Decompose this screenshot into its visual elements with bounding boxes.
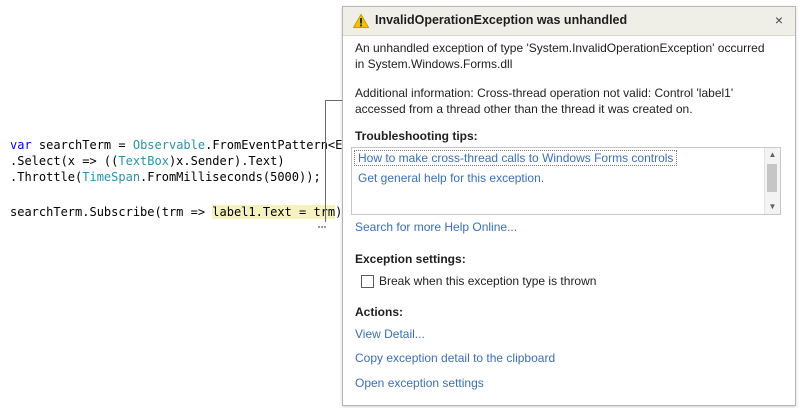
scroll-thumb[interactable] — [767, 164, 777, 192]
smart-tag-indicator[interactable] — [318, 223, 326, 228]
code-text: .Select(x => (( — [10, 154, 119, 168]
exception-highlight[interactable]: label1.Text = trm — [212, 205, 336, 219]
close-icon[interactable]: × — [771, 11, 787, 29]
popup-titlebar: InvalidOperationException was unhandled … — [343, 7, 795, 36]
exception-description: An unhandled exception of type 'System.I… — [355, 41, 765, 71]
code-text: .FromMilliseconds(5000)); — [140, 170, 321, 184]
code-text: )x.Sender).Text) — [168, 154, 285, 168]
code-text: .FromEventPattern<Eve — [205, 138, 357, 152]
callout-line — [325, 100, 326, 222]
code-line-4: searchTerm.Subscribe(trm => label1.Text … — [10, 204, 350, 220]
exception-helper-popup: InvalidOperationException was unhandled … — [342, 6, 796, 406]
tip-link-general-help[interactable]: Get general help for this exception. — [358, 170, 544, 186]
code-line-3: .Throttle(TimeSpan.FromMilliseconds(5000… — [10, 169, 321, 185]
popup-title: InvalidOperationException was unhandled — [375, 13, 628, 27]
break-when-thrown-label[interactable]: Break when this exception type is thrown — [379, 273, 596, 289]
exception-settings-heading: Exception settings: — [355, 252, 466, 266]
code-type: TimeSpan — [82, 170, 141, 184]
additional-information: Additional information: Cross-thread ope… — [355, 86, 734, 116]
actions-heading: Actions: — [355, 305, 403, 319]
break-when-thrown-checkbox[interactable] — [361, 275, 374, 288]
tip-link-cross-thread[interactable]: How to make cross-thread calls to Window… — [354, 150, 678, 166]
open-exception-settings-link[interactable]: Open exception settings — [355, 375, 484, 391]
scroll-up-icon[interactable]: ▲ — [765, 148, 780, 162]
scroll-down-icon[interactable]: ▼ — [765, 200, 780, 214]
troubleshooting-heading: Troubleshooting tips: — [355, 129, 478, 143]
search-help-online-link[interactable]: Search for more Help Online... — [355, 219, 517, 235]
code-keyword: var — [10, 138, 32, 152]
copy-exception-detail-link[interactable]: Copy exception detail to the clipboard — [355, 350, 555, 366]
tips-scrollbar[interactable]: ▲ ▼ — [764, 148, 780, 214]
code-text: .Throttle( — [10, 170, 83, 184]
code-text: searchTerm = — [31, 138, 133, 152]
view-detail-link[interactable]: View Detail... — [355, 326, 425, 342]
troubleshooting-tips-list: How to make cross-thread calls to Window… — [351, 147, 781, 215]
code-type: TextBox — [118, 154, 169, 168]
warning-icon — [353, 14, 369, 28]
code-line-2: .Select(x => ((TextBox)x.Sender).Text) — [10, 153, 285, 169]
code-line-1: var searchTerm = Observable.FromEventPat… — [10, 137, 357, 153]
code-type: Observable — [132, 138, 206, 152]
code-text: searchTerm.Subscribe(trm => — [10, 205, 213, 219]
